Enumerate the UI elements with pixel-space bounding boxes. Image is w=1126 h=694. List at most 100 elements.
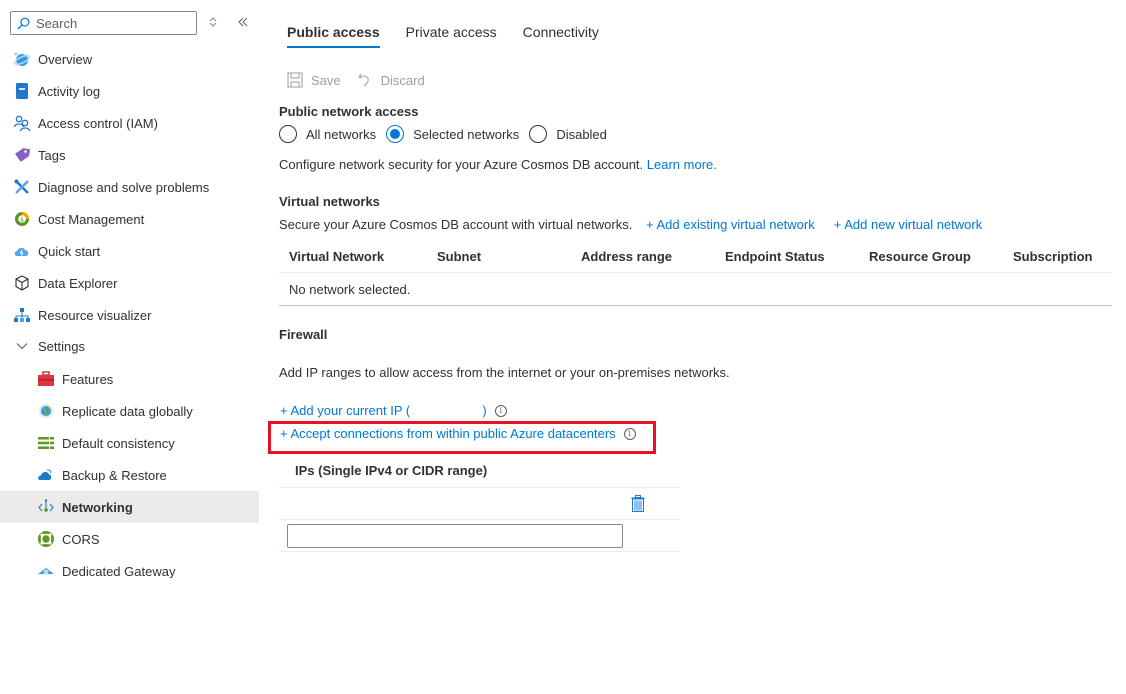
ip-table-header: IPs (Single IPv4 or CIDR range): [279, 455, 679, 488]
col-address-range[interactable]: Address range: [581, 249, 672, 264]
learn-more-link[interactable]: Learn more.: [647, 157, 717, 172]
sidebar-item-quick-start[interactable]: Quick start: [0, 235, 259, 267]
sidebar-item-label: Backup & Restore: [62, 467, 167, 483]
sidebar-group-settings[interactable]: Settings: [0, 330, 259, 362]
sidebar-item-label: Default consistency: [62, 435, 175, 451]
table-row: [279, 488, 679, 520]
sidebar-item-access-control[interactable]: Access control (IAM): [0, 107, 259, 139]
discard-button[interactable]: Discard: [357, 72, 425, 88]
up-down-chevron-icon[interactable]: [205, 14, 221, 30]
search-input[interactable]: [36, 15, 186, 31]
ip-range-input[interactable]: [287, 524, 623, 548]
sidebar-item-label: Diagnose and solve problems: [38, 179, 210, 195]
sidebar-item-label: Cost Management: [38, 211, 145, 227]
ip-table: IPs (Single IPv4 or CIDR range): [279, 455, 679, 552]
sidebar-item-tags[interactable]: Tags: [0, 139, 259, 171]
radio-selected-networks[interactable]: Selected networks: [386, 125, 519, 143]
sidebar-item-label: Networking: [62, 499, 133, 515]
tab-bar: Public access Private access Connectivit…: [287, 24, 625, 48]
undo-icon: [357, 73, 369, 87]
add-existing-vnet-link[interactable]: + Add existing virtual network: [646, 217, 815, 232]
radio-circle: [386, 125, 405, 143]
add-current-ip-row: + Add your current IP ( ) i: [280, 403, 507, 418]
save-button[interactable]: Save: [287, 72, 341, 88]
sidebar-item-cost-management[interactable]: $ Cost Management: [0, 203, 259, 235]
public-access-radio-group: All networks Selected networks Disabled: [279, 125, 617, 143]
sidebar-item-label: CORS: [62, 531, 100, 547]
public-access-description: Configure network security for your Azur…: [279, 157, 717, 172]
search-box[interactable]: [10, 11, 197, 35]
delete-icon[interactable]: [631, 495, 645, 515]
radio-label: All networks: [306, 126, 377, 142]
hierarchy-icon: [13, 306, 31, 324]
search-icon: [17, 17, 30, 29]
cube-icon: [13, 274, 31, 292]
firewall-description: Add IP ranges to allow access from the i…: [279, 365, 730, 380]
sidebar-item-label: Overview: [38, 51, 93, 67]
sidebar-item-data-explorer[interactable]: Data Explorer: [0, 267, 259, 299]
col-subscription[interactable]: Subscription: [1013, 249, 1092, 264]
cors-icon: [37, 530, 55, 548]
activity-log-icon: [13, 82, 31, 100]
vnet-actions: + Add existing virtual network + Add new…: [646, 217, 1001, 232]
add-current-ip-link[interactable]: + Add your current IP ( ): [280, 403, 487, 418]
accept-azure-datacenters-link[interactable]: + Accept connections from within public …: [280, 426, 616, 441]
cost-icon: $: [13, 210, 31, 228]
vnet-table: Virtual Network Subnet Address range End…: [279, 243, 1112, 306]
sidebar-item-networking[interactable]: Networking: [0, 491, 259, 523]
sidebar-item-label: Quick start: [38, 243, 101, 259]
radio-all-networks[interactable]: All networks: [279, 125, 376, 143]
firewall-title: Firewall: [279, 327, 328, 342]
sidebar-item-resource-visualizer[interactable]: Resource visualizer: [0, 299, 259, 331]
sidebar-item-label: Data Explorer: [38, 275, 118, 291]
sidebar-item-default-consistency[interactable]: Default consistency: [0, 427, 259, 459]
info-icon[interactable]: i: [494, 404, 507, 417]
col-resource-group[interactable]: Resource Group: [869, 249, 971, 264]
tag-icon: [13, 146, 31, 164]
networking-icon: [37, 498, 55, 516]
sidebar-item-label: Settings: [38, 338, 85, 354]
col-subnet[interactable]: Subnet: [437, 249, 481, 264]
sidebar-item-label: Dedicated Gateway: [62, 563, 176, 579]
sidebar-item-activity-log[interactable]: Activity log: [0, 75, 259, 107]
sidebar-item-label: Access control (IAM): [38, 115, 158, 131]
bars-icon: [37, 434, 55, 452]
tab-connectivity[interactable]: Connectivity: [523, 24, 599, 48]
save-icon: [287, 72, 303, 88]
sidebar-item-replicate-data-globally[interactable]: Replicate data globally: [0, 395, 259, 427]
gateway-icon: [37, 562, 55, 578]
backup-cloud-icon: [37, 466, 55, 484]
info-icon[interactable]: i: [623, 427, 636, 440]
sidebar-item-features[interactable]: Features: [0, 363, 259, 395]
tab-private-access[interactable]: Private access: [406, 24, 497, 48]
col-virtual-network[interactable]: Virtual Network: [289, 249, 384, 264]
discard-label: Discard: [380, 72, 425, 88]
globe-icon: [37, 402, 55, 420]
table-row: [279, 520, 679, 552]
cloud-icon: [13, 242, 31, 260]
wrench-icon: [13, 178, 31, 196]
toolbar: Save Discard: [287, 72, 441, 88]
chevron-down-icon: [13, 337, 31, 355]
sidebar-item-overview[interactable]: Overview: [0, 43, 259, 75]
radio-label: Selected networks: [413, 126, 520, 142]
accept-azure-row: + Accept connections from within public …: [280, 426, 636, 441]
col-endpoint-status[interactable]: Endpoint Status: [725, 249, 825, 264]
radio-disabled[interactable]: Disabled: [529, 125, 607, 143]
svg-text:$: $: [20, 217, 24, 224]
sidebar: Overview Activity log Access control (IA…: [0, 0, 259, 578]
radio-circle: [279, 125, 297, 143]
radio-label: Disabled: [556, 126, 607, 142]
vnet-table-header: Virtual Network Subnet Address range End…: [279, 243, 1112, 273]
toolbox-icon: [37, 370, 55, 388]
sidebar-item-cors[interactable]: CORS: [0, 523, 259, 555]
sidebar-item-dedicated-gateway[interactable]: Dedicated Gateway: [0, 555, 259, 578]
save-label: Save: [311, 72, 341, 88]
sidebar-item-label: Features: [62, 371, 114, 387]
tab-public-access[interactable]: Public access: [287, 24, 380, 48]
empty-state-text: No network selected.: [289, 282, 411, 297]
collapse-sidebar-icon[interactable]: [235, 14, 251, 30]
add-new-vnet-link[interactable]: + Add new virtual network: [834, 217, 983, 232]
sidebar-item-diagnose[interactable]: Diagnose and solve problems: [0, 171, 259, 203]
sidebar-item-backup-restore[interactable]: Backup & Restore: [0, 459, 259, 491]
